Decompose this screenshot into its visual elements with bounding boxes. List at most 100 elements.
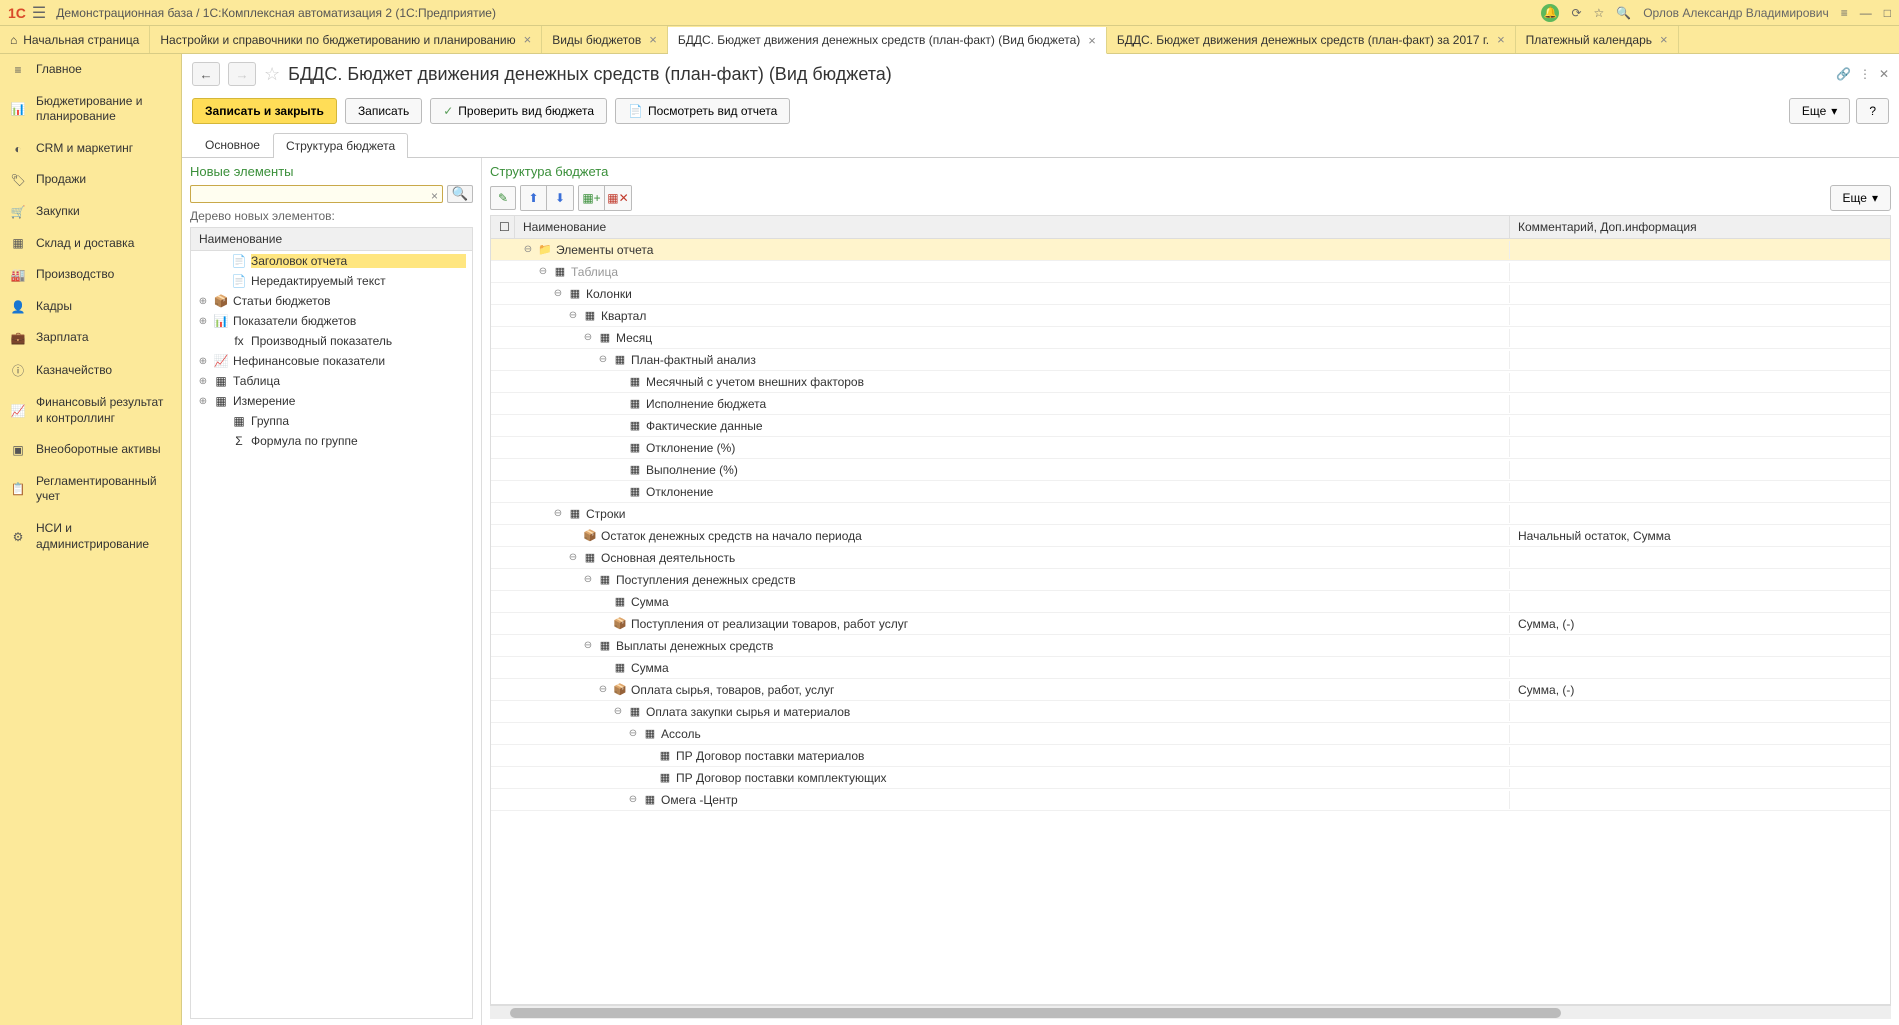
tree-row[interactable]: ΣФормула по группе	[191, 431, 472, 451]
sidebar-item[interactable]: ⚙НСИ и администрирование	[0, 513, 181, 560]
kebab-icon[interactable]: ⋮	[1859, 67, 1871, 81]
structure-row[interactable]: ▦Месячный с учетом внешних факторов	[491, 371, 1890, 393]
tab-main[interactable]: Основное	[192, 132, 273, 157]
structure-row[interactable]: ⊖▦Ассоль	[491, 723, 1890, 745]
expand-icon[interactable]: ⊖	[567, 310, 579, 321]
move-down-button[interactable]: ⬇	[547, 186, 573, 210]
structure-row[interactable]: ⊖▦Выплаты денежных средств	[491, 635, 1890, 657]
expand-icon[interactable]: ⊖	[597, 354, 609, 365]
structure-row[interactable]: ⊖▦Таблица	[491, 261, 1890, 283]
search-button[interactable]: 🔍	[447, 185, 473, 203]
notifications-icon[interactable]: 🔔	[1541, 4, 1559, 22]
sidebar-item[interactable]: ⓘКазначейство	[0, 354, 181, 387]
expand-icon[interactable]: ⊖	[612, 706, 624, 717]
add-group-button[interactable]: ▦+	[579, 186, 605, 210]
expand-icon[interactable]: ⊖	[597, 684, 609, 695]
preview-button[interactable]: 📄Посмотреть вид отчета	[615, 98, 790, 124]
tab[interactable]: Настройки и справочники по бюджетировани…	[150, 26, 542, 53]
expand-icon[interactable]: ⊖	[552, 508, 564, 519]
structure-row[interactable]: ▦Отклонение	[491, 481, 1890, 503]
help-button[interactable]: ?	[1856, 98, 1889, 124]
structure-row[interactable]: ▦Выполнение (%)	[491, 459, 1890, 481]
structure-row[interactable]: ⊖▦Колонки	[491, 283, 1890, 305]
structure-row[interactable]: ⊖▦Омега -Центр	[491, 789, 1890, 811]
close-icon[interactable]: ×	[649, 32, 657, 47]
minimize-icon[interactable]: —	[1860, 6, 1872, 20]
structure-row[interactable]: ⊖▦Квартал	[491, 305, 1890, 327]
structure-row[interactable]: ▦ПР Договор поставки комплектующих	[491, 767, 1890, 789]
expand-icon[interactable]: ⊕	[197, 396, 209, 407]
delete-button[interactable]: ▦✕	[605, 186, 631, 210]
sidebar-item[interactable]: ◐CRM и маркетинг	[0, 133, 181, 165]
structure-row[interactable]: ▦Исполнение бюджета	[491, 393, 1890, 415]
star-icon[interactable]: ☆	[264, 64, 280, 85]
search-input[interactable]: ×	[190, 185, 443, 203]
tree-row[interactable]: ⊕▦Таблица	[191, 371, 472, 391]
expand-icon[interactable]: ⊖	[522, 244, 534, 255]
sidebar-item[interactable]: 🏭Производство	[0, 259, 181, 291]
sidebar-item[interactable]: 📈Финансовый результат и контроллинг	[0, 387, 181, 434]
expand-icon[interactable]: ⊖	[582, 574, 594, 585]
tree-row[interactable]: ⊕📈Нефинансовые показатели	[191, 351, 472, 371]
structure-row[interactable]: ⊖▦Основная деятельность	[491, 547, 1890, 569]
structure-row[interactable]: ⊖▦Поступления денежных средств	[491, 569, 1890, 591]
structure-row[interactable]: 📦Остаток денежных средств на начало пери…	[491, 525, 1890, 547]
expand-icon[interactable]: ⊕	[197, 316, 209, 327]
expand-icon[interactable]: ⊖	[582, 332, 594, 343]
maximize-icon[interactable]: □	[1884, 6, 1891, 20]
expand-icon[interactable]: ⊖	[552, 288, 564, 299]
sidebar-item[interactable]: 💼Зарплата	[0, 322, 181, 354]
structure-row[interactable]: ▦Сумма	[491, 591, 1890, 613]
tree-row[interactable]: 📄Нередактируемый текст	[191, 271, 472, 291]
sidebar-item[interactable]: 👤Кадры	[0, 291, 181, 323]
user-name[interactable]: Орлов Александр Владимирович	[1643, 6, 1829, 20]
structure-row[interactable]: ▦ПР Договор поставки материалов	[491, 745, 1890, 767]
move-up-button[interactable]: ⬆	[521, 186, 547, 210]
structure-row[interactable]: ▦Фактические данные	[491, 415, 1890, 437]
tab[interactable]: Платежный календарь×	[1516, 26, 1679, 53]
expand-icon[interactable]: ⊖	[627, 728, 639, 739]
structure-row[interactable]: ⊖📦Оплата сырья, товаров, работ, услугСум…	[491, 679, 1890, 701]
search-icon[interactable]: 🔍	[1616, 6, 1631, 20]
save-close-button[interactable]: Записать и закрыть	[192, 98, 337, 124]
history-icon[interactable]: ⟳	[1571, 6, 1581, 20]
structure-row[interactable]: ⊖▦Месяц	[491, 327, 1890, 349]
sidebar-item[interactable]: 🏷Продажи	[0, 164, 181, 196]
edit-button[interactable]: ✎	[490, 186, 516, 210]
tab[interactable]: БДДС. Бюджет движения денежных средств (…	[668, 27, 1107, 54]
tab[interactable]: ⌂Начальная страница	[0, 26, 150, 53]
save-button[interactable]: Записать	[345, 98, 422, 124]
tree-row[interactable]: fxПроизводный показатель	[191, 331, 472, 351]
tab-structure[interactable]: Структура бюджета	[273, 133, 408, 158]
close-icon[interactable]: ×	[1088, 33, 1096, 48]
structure-row[interactable]: ⊖📁Элементы отчета	[491, 239, 1890, 261]
structure-row[interactable]: ▦Сумма	[491, 657, 1890, 679]
link-icon[interactable]: 🔗	[1836, 67, 1851, 81]
tree-row[interactable]: ⊕📊Показатели бюджетов	[191, 311, 472, 331]
close-icon[interactable]: ×	[1660, 32, 1668, 47]
expand-icon[interactable]: ⊕	[197, 296, 209, 307]
expand-icon[interactable]: ⊖	[582, 640, 594, 651]
tree-row[interactable]: 📄Заголовок отчета	[191, 251, 472, 271]
expand-icon[interactable]: ⊖	[627, 794, 639, 805]
sidebar-item[interactable]: 🛒Закупки	[0, 196, 181, 228]
tab[interactable]: БДДС. Бюджет движения денежных средств (…	[1107, 26, 1516, 53]
more-button[interactable]: Еще ▾	[1789, 98, 1850, 124]
expand-icon[interactable]: ⊕	[197, 376, 209, 387]
sidebar-item[interactable]: ▣Внеоборотные активы	[0, 434, 181, 466]
close-page-icon[interactable]: ✕	[1879, 67, 1889, 81]
horizontal-scrollbar[interactable]	[490, 1005, 1891, 1019]
close-icon[interactable]: ×	[1497, 32, 1505, 47]
expand-icon[interactable]: ⊖	[567, 552, 579, 563]
favorite-icon[interactable]: ☆	[1594, 6, 1605, 20]
structure-row[interactable]: ▦Отклонение (%)	[491, 437, 1890, 459]
sidebar-item[interactable]: ≡Главное	[0, 54, 181, 86]
tree-row[interactable]: ⊕📦Статьи бюджетов	[191, 291, 472, 311]
forward-button[interactable]: →	[228, 62, 256, 86]
check-button[interactable]: ✓Проверить вид бюджета	[430, 98, 607, 124]
tab[interactable]: Виды бюджетов×	[542, 26, 668, 53]
clear-icon[interactable]: ×	[431, 189, 438, 203]
structure-row[interactable]: 📦Поступления от реализации товаров, рабо…	[491, 613, 1890, 635]
sidebar-item[interactable]: 📋Регламентированный учет	[0, 466, 181, 513]
structure-row[interactable]: ⊖▦План-фактный анализ	[491, 349, 1890, 371]
